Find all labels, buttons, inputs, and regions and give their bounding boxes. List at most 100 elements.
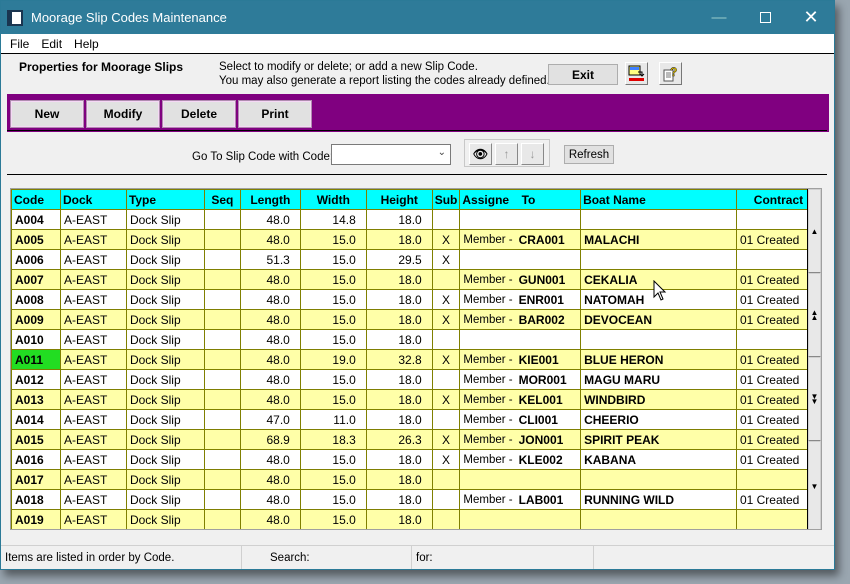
assigned-cell[interactable]: Member - [459,289,516,310]
dock-cell[interactable]: A-EAST [59,509,127,529]
to-cell[interactable]: CRA001 [515,229,582,250]
dock-cell[interactable]: A-EAST [59,409,127,430]
dock-cell[interactable]: A-EAST [59,349,127,370]
to-cell[interactable]: BAR002 [515,309,582,330]
help-button[interactable]: ? [659,62,682,85]
scroll-down-button[interactable]: ▼ [808,441,821,529]
screen-print-button[interactable] [625,62,648,85]
height-cell[interactable]: 18.0 [365,209,433,230]
col-dock[interactable]: Dock [59,189,127,210]
assigned-cell[interactable]: Member - [459,369,516,390]
code-cell[interactable]: A015 [11,429,61,450]
assigned-cell[interactable]: Member - [459,449,516,470]
to-cell[interactable]: ENR001 [515,289,582,310]
col-length[interactable]: Length [239,189,301,210]
seq-cell[interactable] [203,429,241,450]
table-row[interactable]: A017 A-EAST Dock Slip 48.0 15.0 18.0 [11,469,821,490]
height-cell[interactable]: 18.0 [365,489,433,510]
length-cell[interactable]: 48.0 [239,469,301,490]
type-cell[interactable]: Dock Slip [125,229,205,250]
to-cell[interactable] [515,249,582,270]
width-cell[interactable]: 11.0 [299,409,367,430]
to-cell[interactable]: KEL001 [515,389,582,410]
dock-cell[interactable]: A-EAST [59,209,127,230]
assigned-cell[interactable]: Member - [459,309,516,330]
length-cell[interactable]: 48.0 [239,369,301,390]
code-cell[interactable]: A006 [11,249,61,270]
length-cell[interactable]: 47.0 [239,409,301,430]
length-cell[interactable]: 48.0 [239,289,301,310]
height-cell[interactable]: 32.8 [365,349,433,370]
chevron-down-icon[interactable]: ⌄ [438,147,446,158]
length-cell[interactable]: 51.3 [239,249,301,270]
height-cell[interactable]: 18.0 [365,449,433,470]
menu-file[interactable]: File [5,37,34,51]
col-type[interactable]: Type [125,189,205,210]
code-cell[interactable]: A011 [11,349,61,370]
to-cell[interactable] [515,469,582,490]
type-cell[interactable]: Dock Slip [125,329,205,350]
seq-cell[interactable] [203,289,241,310]
sub-cell[interactable] [431,209,461,230]
assigned-cell[interactable]: Member - [459,409,516,430]
assigned-cell[interactable] [459,209,516,230]
length-cell[interactable]: 48.0 [239,269,301,290]
height-cell[interactable]: 18.0 [365,369,433,390]
seq-cell[interactable] [203,509,241,529]
height-cell[interactable]: 18.0 [365,469,433,490]
length-cell[interactable]: 48.0 [239,489,301,510]
height-cell[interactable]: 18.0 [365,389,433,410]
table-row[interactable]: A004 A-EAST Dock Slip 48.0 14.8 18.0 [11,209,821,230]
find-button[interactable]: 👁︎ [469,143,492,165]
refresh-button[interactable]: Refresh [564,145,614,164]
seq-cell[interactable] [203,329,241,350]
to-cell[interactable]: MOR001 [515,369,582,390]
dock-cell[interactable]: A-EAST [59,289,127,310]
dock-cell[interactable]: A-EAST [59,369,127,390]
seq-cell[interactable] [203,469,241,490]
length-cell[interactable]: 48.0 [239,449,301,470]
boat-name-cell[interactable]: BLUE HERON [580,349,737,370]
length-cell[interactable]: 48.0 [239,389,301,410]
dock-cell[interactable]: A-EAST [59,469,127,490]
type-cell[interactable]: Dock Slip [125,249,205,270]
scroll-up-button[interactable]: ▲ [808,189,821,273]
code-cell[interactable]: A008 [11,289,61,310]
seq-cell[interactable] [203,489,241,510]
length-cell[interactable]: 48.0 [239,349,301,370]
seq-cell[interactable] [203,209,241,230]
assigned-cell[interactable] [459,509,516,529]
seq-cell[interactable] [203,349,241,370]
table-row[interactable]: A013 A-EAST Dock Slip 48.0 15.0 18.0 X Member -… [11,389,821,410]
to-cell[interactable] [515,329,582,350]
height-cell[interactable]: 18.0 [365,509,433,529]
vertical-scrollbar[interactable]: ▲ ▲ ▲ ▼ ▼ ▼ [807,189,821,529]
sub-cell[interactable]: X [431,349,461,370]
sub-cell[interactable]: X [431,389,461,410]
boat-name-cell[interactable]: MAGU MARU [580,369,737,390]
type-cell[interactable]: Dock Slip [125,429,205,450]
height-cell[interactable]: 18.0 [365,329,433,350]
assigned-cell[interactable]: Member - [459,429,516,450]
col-code[interactable]: Code [11,189,61,210]
code-cell[interactable]: A018 [11,489,61,510]
minimize-button[interactable]: — [696,1,742,34]
col-boat-name[interactable]: Boat Name [580,189,737,210]
col-seq[interactable]: Seq [203,189,241,210]
table-row[interactable]: A016 A-EAST Dock Slip 48.0 15.0 18.0 X Member -… [11,449,821,470]
seq-cell[interactable] [203,269,241,290]
delete-button[interactable]: Delete [162,100,236,128]
boat-name-cell[interactable] [580,509,737,529]
seq-cell[interactable] [203,249,241,270]
type-cell[interactable]: Dock Slip [125,209,205,230]
to-cell[interactable]: JON001 [515,429,582,450]
exit-button[interactable]: Exit [548,64,618,85]
table-row[interactable]: A005 A-EAST Dock Slip 48.0 15.0 18.0 X Member -… [11,229,821,250]
width-cell[interactable]: 15.0 [299,229,367,250]
to-cell[interactable]: KLE002 [515,449,582,470]
length-cell[interactable]: 48.0 [239,329,301,350]
boat-name-cell[interactable] [580,329,737,350]
code-cell[interactable]: A005 [11,229,61,250]
print-button[interactable]: Print [238,100,312,128]
to-cell[interactable]: KIE001 [515,349,582,370]
